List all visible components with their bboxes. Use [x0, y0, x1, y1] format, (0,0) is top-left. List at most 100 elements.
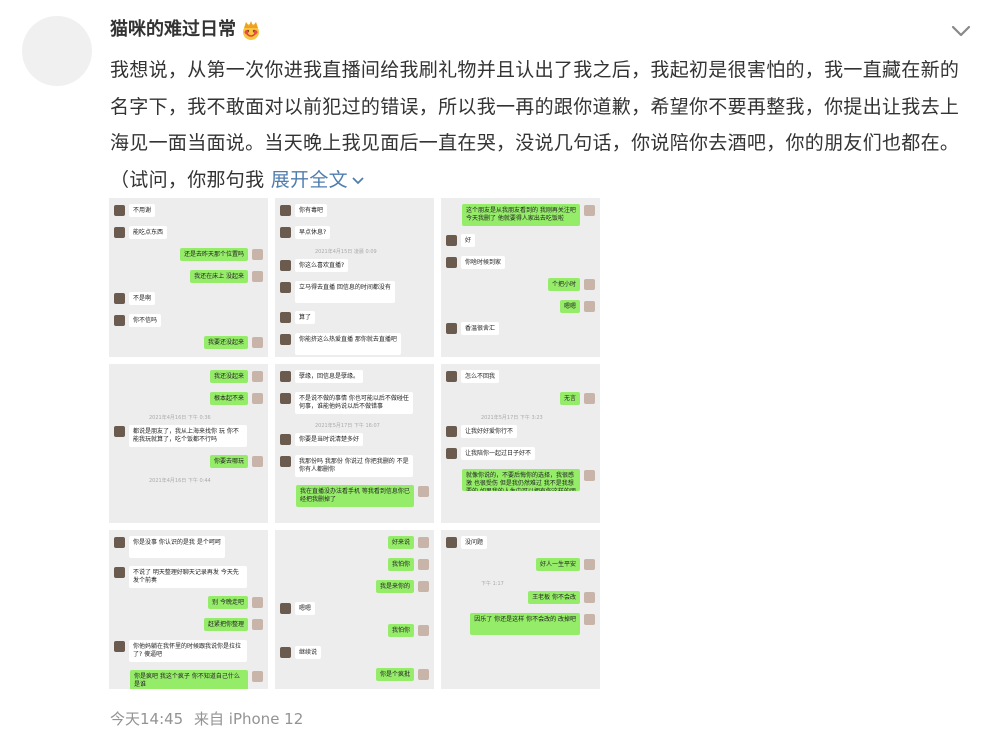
chat-screenshot-8[interactable]: 好来说 我怕你 我是来你的 嗯嗯 我怕你 继续说 你是个疯批 — [275, 530, 434, 689]
chat-avatar — [252, 371, 263, 382]
chat-bubble-incoming: 不是啊 — [129, 292, 156, 305]
chat-bubble-incoming: 继续说 — [295, 646, 322, 659]
chat-avatar — [280, 260, 291, 271]
chat-bubble-outgoing: 因乐了 你还是这样 你不会改的 改掉吧 — [470, 613, 580, 635]
chat-timestamp: 2021年4月16日 下午 0:44 — [149, 478, 211, 484]
chat-bubble-incoming: 你这么喜欢直播? — [295, 259, 349, 272]
chat-avatar — [584, 559, 595, 570]
chat-avatar — [252, 619, 263, 630]
chat-screenshot-5[interactable]: 孽缘，回信息是孽缘。 不是说不做的事情 你也可能以后不做碰任何事，谁能他妈说以后不… — [275, 364, 434, 523]
chat-avatar — [446, 235, 457, 246]
post-time[interactable]: 今天14:45 — [110, 710, 183, 728]
crown-emoji-icon — [243, 21, 259, 40]
chat-bubble-outgoing: 嗯嗯 — [559, 300, 580, 313]
chat-bubble-outgoing: 个把小时 — [547, 278, 580, 291]
chat-avatar — [418, 625, 429, 636]
chat-bubble-incoming: 香温很舍汇 — [461, 322, 500, 335]
chat-bubble-outgoing: 好来说 — [387, 536, 414, 549]
chat-bubble-incoming: 不是说不做的事情 你也可能以后不做碰任何事，谁能他妈说以后不做错事 — [295, 392, 413, 414]
chat-screenshot-9[interactable]: 没问题 好人一生平安 下午 1:17 王老板 你不会改 因乐了 你还是这样 你不会改的 … — [441, 530, 600, 689]
chat-avatar — [584, 614, 595, 625]
chevron-down-icon — [352, 177, 364, 185]
chat-avatar — [114, 227, 125, 238]
chat-avatar — [446, 371, 457, 382]
post-body: 我想说，从第一次你进我直播间给我刷礼物并且认出了我之后，我起初是很害怕的，我一直… — [110, 59, 960, 191]
chat-bubble-outgoing: 别 今晚走吧 — [208, 596, 248, 609]
chat-screenshot-3[interactable]: 这个朋友是从我朋友看到的 我刚再关注吧 今天我删了 他就要得人家出去吃饭啦好你啥… — [441, 198, 600, 357]
chat-bubble-incoming: 好 — [461, 234, 476, 247]
chat-avatar — [418, 581, 429, 592]
chat-bubble-outgoing: 无言 — [559, 392, 580, 405]
chat-avatar — [446, 537, 457, 548]
chevron-down-icon[interactable] — [948, 18, 974, 44]
post-text: 我想说，从第一次你进我直播间给我刷礼物并且认出了我之后，我起初是很害怕的，我一直… — [110, 52, 972, 198]
chat-timestamp: 2021年4月16日 下午 0:36 — [149, 415, 211, 421]
expand-label[interactable]: 展开全文 — [271, 169, 348, 191]
chat-avatar — [252, 456, 263, 467]
chat-bubble-incoming: 立马得去直播 回信息的时间都没有 — [295, 281, 395, 303]
chat-avatar — [418, 486, 429, 497]
chat-screenshot-6[interactable]: 怎么不回我 无言 2021年5月17日 下午 3:23 让我好好爱你行不 让我陪你一起过… — [441, 364, 600, 523]
chat-screenshot-1[interactable]: 不用谢 能吃点东西 还是去昨天那个位置吗 我还在床上 没起来 不是啊 你不信吗 我要还没起来 — [109, 198, 268, 357]
chat-avatar — [446, 257, 457, 268]
chat-avatar — [418, 559, 429, 570]
chat-avatar — [280, 434, 291, 445]
chat-bubble-incoming: 都说是朋友了，我从上海来找你 玩 你不能我玩就算了，吃个饭都不行吗 — [129, 425, 247, 447]
chat-avatar — [280, 456, 291, 467]
chat-avatar — [584, 279, 595, 290]
chat-avatar — [280, 334, 291, 345]
chat-avatar — [280, 603, 291, 614]
chat-avatar — [584, 393, 595, 404]
chat-screenshot-4[interactable]: 我还没起来 根本起不来 2021年4月16日 下午 0:36 都说是朋友了，我从上海来… — [109, 364, 268, 523]
chat-bubble-incoming: 怎么不回我 — [461, 370, 500, 383]
chat-avatar — [114, 537, 125, 548]
chat-avatar — [114, 315, 125, 326]
chat-avatar — [280, 312, 291, 323]
username-row: 猫咪的难过日常 — [110, 16, 262, 44]
chat-bubble-incoming: 嗯嗯 — [295, 602, 316, 615]
chat-bubble-incoming: 你他妈躺在我怀里的时候跟我说你是拉拉了? 傻逼吧 — [129, 640, 247, 662]
chat-avatar — [446, 323, 457, 334]
avatar[interactable] — [22, 16, 92, 86]
chat-bubble-incoming: 你要是当时说清楚多好 — [295, 433, 364, 446]
chat-avatar — [114, 567, 125, 578]
chat-avatar — [252, 597, 263, 608]
username[interactable]: 猫咪的难过日常 — [110, 16, 236, 44]
chat-timestamp: 2021年4月15日 凌晨 0:09 — [315, 249, 377, 255]
chat-bubble-incoming: 你不信吗 — [129, 314, 162, 327]
chat-bubble-incoming: 让我陪你一起过日子好不 — [461, 447, 536, 460]
chat-bubble-outgoing: 王老板 你不会改 — [528, 591, 580, 604]
chat-bubble-outgoing: 我还在床上 没起来 — [190, 270, 248, 283]
chat-bubble-incoming: 能吃点东西 — [129, 226, 168, 239]
chat-bubble-incoming: 不说了 明天整理好聊天记录再发 今天先发个前奏 — [129, 566, 247, 588]
chat-avatar — [584, 470, 595, 481]
chat-avatar — [252, 337, 263, 348]
chat-screenshot-7[interactable]: 你是没事 你认识的是我 是个呵呵 不说了 明天整理好聊天记录再发 今天先发个前奏别… — [109, 530, 268, 689]
chat-bubble-incoming: 早点休息? — [295, 226, 331, 239]
chat-avatar — [584, 205, 595, 216]
chat-bubble-incoming: 你有毒吧 — [295, 204, 328, 217]
chat-bubble-outgoing: 这个朋友是从我朋友看到的 我刚再关注吧 今天我删了 他就要得人家出去吃饭啦 — [462, 204, 580, 226]
chat-bubble-incoming: 不用谢 — [129, 204, 156, 217]
chat-avatar — [114, 205, 125, 216]
chat-bubble-incoming: 没问题 — [461, 536, 488, 549]
chat-avatar — [280, 205, 291, 216]
chat-bubble-incoming: 算了 — [295, 311, 316, 324]
chat-bubble-outgoing: 我是来你的 — [375, 580, 414, 593]
chat-avatar — [584, 592, 595, 603]
chat-avatar — [252, 249, 263, 260]
chat-screenshot-2[interactable]: 你有毒吧早点休息? 2021年4月15日 凌晨 0:09 你这么喜欢直播? 立马得去直… — [275, 198, 434, 357]
chat-bubble-outgoing: 就像你说的，不要后悔你的选择，我很感激 也很受伤 但是我仍然难过 我不是我想要的… — [462, 469, 580, 491]
chat-bubble-incoming: 你啥时候到家 — [461, 256, 506, 269]
chat-bubble-incoming: 你是没事 你认识的是我 是个呵呵 — [129, 536, 225, 558]
chat-bubble-outgoing: 根本起不来 — [209, 392, 248, 405]
expand-full-text-link[interactable]: 展开全文 — [271, 169, 366, 191]
chat-avatar — [584, 301, 595, 312]
chat-avatar — [114, 426, 125, 437]
chat-avatar — [446, 426, 457, 437]
chat-bubble-incoming: 我那份吗 我那份 你说过 你把我删的 不是你有人都删你 — [295, 455, 413, 477]
image-grid: 不用谢 能吃点东西 还是去昨天那个位置吗 我还在床上 没起来 不是啊 你不信吗 我要还没起来… — [109, 198, 600, 690]
chat-avatar — [280, 393, 291, 404]
chat-bubble-outgoing: 还是去昨天那个位置吗 — [179, 248, 248, 261]
chat-bubble-outgoing: 好人一生平安 — [535, 558, 580, 571]
